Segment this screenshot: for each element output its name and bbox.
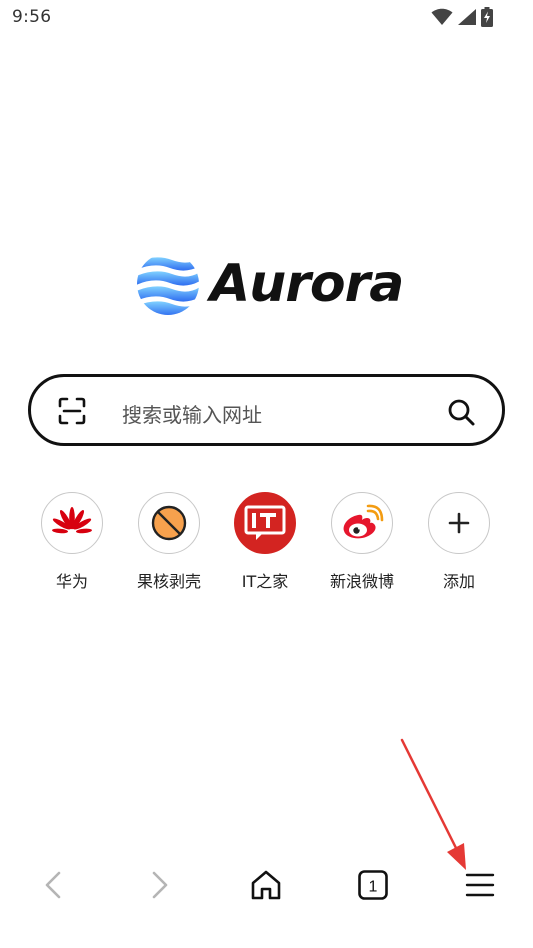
home-icon [251, 870, 281, 900]
back-button[interactable] [30, 862, 76, 908]
shortcut-ithome[interactable]: IT之家 [217, 492, 313, 592]
shortcuts-grid: 华为 果核剥壳 IT之家 新浪微博 添加 [0, 492, 533, 602]
annotation-arrow-icon [400, 738, 466, 870]
menu-icon [465, 873, 495, 897]
menu-button[interactable] [457, 862, 503, 908]
shortcut-add[interactable]: 添加 [411, 492, 507, 592]
shortcut-label: 华为 [55, 572, 88, 591]
shortcut-icon-frame [428, 492, 490, 554]
shortcut-label: 果核剥壳 [136, 572, 201, 591]
orange-icon [151, 505, 187, 541]
shortcut-icon-frame [234, 492, 296, 554]
signal-icon [458, 9, 476, 25]
shortcut-icon-frame [331, 492, 393, 554]
shortcut-icon-frame [138, 492, 200, 554]
tab-count: 1 [369, 879, 378, 896]
shortcut-label: IT之家 [241, 572, 289, 591]
tabs-icon: 1 [358, 870, 388, 900]
huawei-icon [52, 507, 92, 534]
wifi-icon [431, 8, 453, 25]
ithome-icon [244, 505, 286, 540]
weibo-icon [343, 504, 384, 539]
shortcut-guohe[interactable]: 果核剥壳 [121, 492, 217, 592]
shortcut-label: 新浪微博 [329, 572, 394, 591]
shortcut-weibo[interactable]: 新浪微博 [314, 492, 410, 592]
scan-icon[interactable] [57, 396, 87, 426]
status-icons [431, 7, 493, 27]
search-icon[interactable] [446, 397, 476, 427]
tabs-button[interactable]: 1 [350, 862, 396, 908]
shortcut-label: 添加 [442, 572, 475, 591]
logo-text: Aurora [210, 254, 404, 314]
status-time: 9:56 [12, 7, 52, 27]
aurora-logo-icon [137, 253, 199, 315]
forward-icon [152, 871, 168, 899]
home-button[interactable] [243, 862, 289, 908]
search-input[interactable]: 搜索或输入网址 [122, 399, 262, 428]
plus-icon [448, 512, 470, 534]
aurora-logo: Aurora [136, 252, 404, 316]
shortcut-icon-frame [41, 492, 103, 554]
forward-button[interactable] [137, 862, 183, 908]
back-icon [45, 871, 61, 899]
shortcut-huawei[interactable]: 华为 [24, 492, 120, 592]
bottom-nav: 1 [0, 850, 533, 920]
search-bar[interactable]: 搜索或输入网址 [28, 374, 505, 446]
battery-charging-icon [481, 7, 493, 27]
status-bar: 9:56 [0, 0, 533, 36]
